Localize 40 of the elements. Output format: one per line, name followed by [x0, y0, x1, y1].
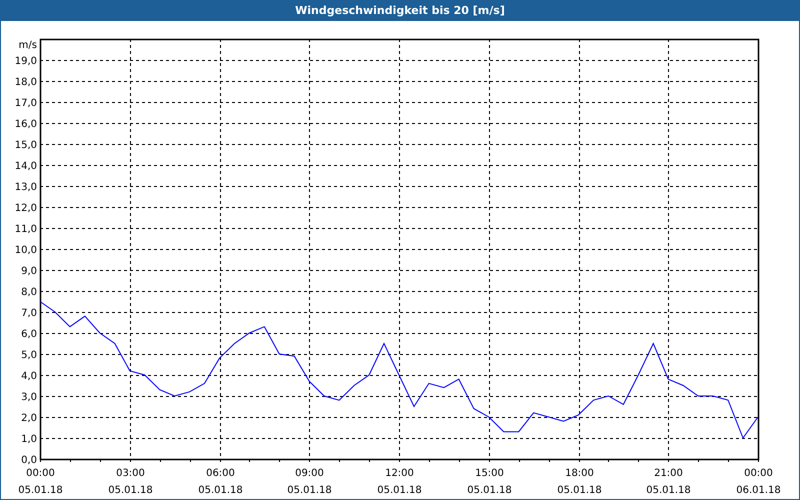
x-axis-label: 05.01.18: [646, 485, 691, 496]
x-axis-label: 05.01.18: [557, 485, 602, 496]
x-axis-label: 06:00: [206, 468, 235, 479]
y-axis-label: 2,0: [21, 413, 37, 424]
y-axis-label: 10,0: [14, 245, 37, 256]
y-axis-label: 1,0: [21, 434, 37, 445]
x-axis-label: 21:00: [654, 468, 683, 479]
x-axis-label: 05.01.18: [287, 485, 332, 496]
y-axis-label: 12,0: [14, 203, 37, 214]
y-axis-label: 18,0: [14, 77, 37, 88]
x-axis-label: 05.01.18: [18, 485, 63, 496]
y-axis-label: 5,0: [21, 350, 37, 361]
y-axis-label: 3,0: [21, 392, 37, 403]
x-axis-label: 05.01.18: [108, 485, 153, 496]
y-axis-label: 14,0: [14, 161, 37, 172]
x-axis-label: 18:00: [565, 468, 594, 479]
x-axis-label: 05.01.18: [198, 485, 243, 496]
x-axis-label: 15:00: [475, 468, 504, 479]
y-axis-label: 16,0: [14, 119, 37, 130]
y-axis-label: 15,0: [14, 140, 37, 151]
x-axis-label: 12:00: [385, 468, 414, 479]
x-axis-label: 06.01.18: [736, 485, 781, 496]
y-axis-label: 17,0: [14, 98, 37, 109]
y-axis-label: 6,0: [21, 329, 37, 340]
y-axis-title: m/s: [18, 40, 37, 51]
x-axis-label: 09:00: [295, 468, 324, 479]
y-axis-label: 0,0: [21, 455, 37, 466]
y-axis-label: 19,0: [14, 56, 37, 67]
x-axis-label: 00:00: [744, 468, 773, 479]
x-axis-label: 00:00: [26, 468, 55, 479]
y-axis-label: 8,0: [21, 287, 37, 298]
y-axis-label: 9,0: [21, 266, 37, 277]
window-title: Windgeschwindigkeit bis 20 [m/s]: [295, 2, 505, 19]
y-axis-label: 4,0: [21, 371, 37, 382]
x-axis-label: 05.01.18: [467, 485, 512, 496]
y-axis-label: 11,0: [14, 224, 37, 235]
y-axis-label: 7,0: [21, 308, 37, 319]
x-axis-label: 05.01.18: [377, 485, 422, 496]
y-axis-label: 13,0: [14, 182, 37, 193]
x-axis-label: 03:00: [116, 468, 145, 479]
